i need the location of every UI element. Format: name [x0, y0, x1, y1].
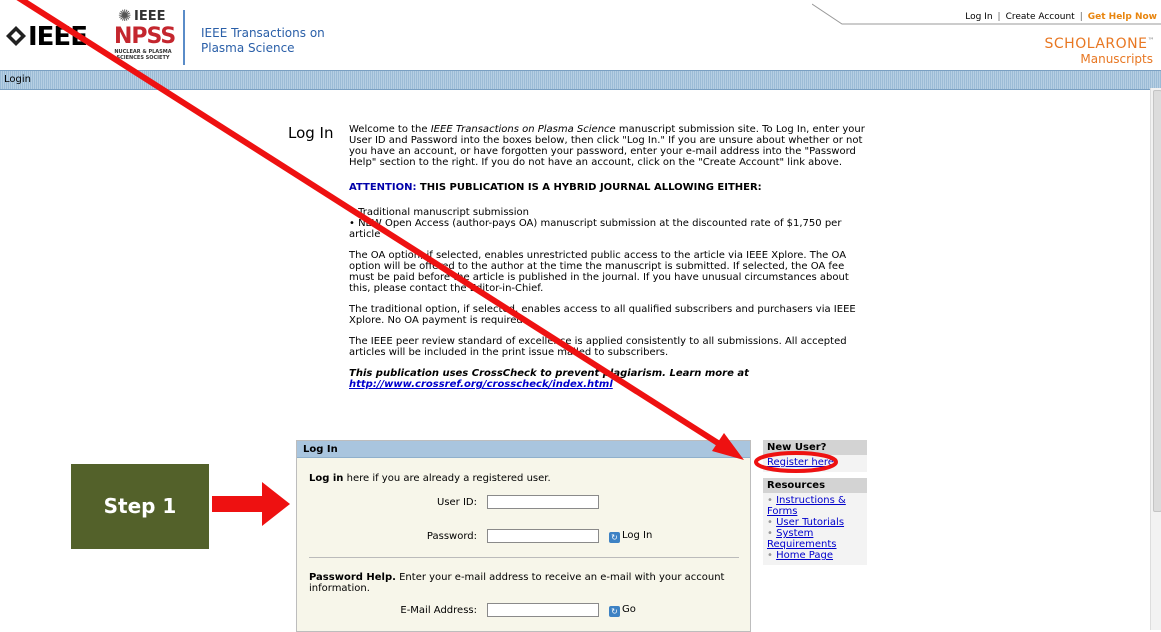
login-button[interactable]: ↻ Log In [609, 530, 652, 543]
welcome-paragraph: Welcome to the IEEE Transactions on Plas… [349, 124, 865, 168]
submission-options: • Traditional manuscript submission • NE… [349, 207, 871, 240]
nav-bar: Login [0, 70, 1161, 90]
arrow-circle-icon: ↻ [609, 606, 620, 617]
oa-paragraph: The OA option, if selected, enables unre… [349, 250, 849, 294]
trademark: ™ [1147, 36, 1155, 45]
resource-item: • User Tutorials [767, 517, 845, 528]
get-help-link[interactable]: Get Help Now [1088, 12, 1157, 22]
go-button[interactable]: ↻ Go [609, 604, 636, 617]
traditional-paragraph: The traditional option, if selected, ena… [349, 304, 856, 326]
resources-heading: Resources [763, 478, 867, 493]
resource-item: • Instructions & Forms [767, 495, 846, 517]
userid-label: User ID: [437, 497, 477, 508]
journal-title-line2: Plasma Science [201, 41, 295, 55]
resource-item: • System Requirements [767, 528, 837, 550]
new-user-heading: New User? [763, 440, 867, 455]
ieee-logo[interactable]: IEEE [6, 22, 98, 52]
crosscheck-link[interactable]: http://www.crossref.org/crosscheck/index… [349, 379, 613, 390]
nav-label: Login [4, 74, 31, 85]
top-links: Log In | Create Account | Get Help Now [965, 12, 1157, 22]
scholarone-subtitle: Manuscripts [1080, 52, 1153, 66]
header-divider [183, 10, 185, 65]
resources-list: • Instructions & Forms • User Tutorials … [763, 493, 867, 565]
login-intro: Log in here if you are already a registe… [309, 473, 551, 484]
resource-item: • Home Page [767, 550, 834, 561]
page-header: IEEE ✺ IEEE NPSS NUCLEAR & PLASMA SCIENC… [0, 0, 1161, 70]
login-panel-title: Log In [297, 441, 750, 458]
npss-emblem-icon: ✺ [118, 6, 132, 25]
intro-section: Welcome to the IEEE Transactions on Plas… [349, 124, 871, 400]
step-1-callout: Step 1 [71, 464, 209, 549]
scholarone-logo: SCHOLARONE™ [1045, 36, 1155, 52]
userid-input[interactable] [487, 495, 599, 509]
arrow-circle-icon: ↻ [609, 532, 620, 543]
ieee-diamond-icon [6, 26, 26, 46]
npss-logo[interactable]: ✺ IEEE NPSS NUCLEAR & PLASMA SCIENCES SO… [112, 6, 176, 64]
npss-society-text: NUCLEAR & PLASMA SCIENCES SOCIETY [114, 49, 172, 61]
login-panel: Log In Log in here if you are already a … [296, 440, 751, 632]
scrollbar-thumb[interactable] [1153, 90, 1161, 512]
email-label: E-Mail Address: [400, 605, 477, 616]
vertical-scrollbar[interactable] [1150, 88, 1161, 630]
login-link[interactable]: Log In [965, 12, 992, 22]
attention-label: ATTENTION: [349, 182, 417, 193]
password-input[interactable] [487, 529, 599, 543]
user-tutorials-link[interactable]: User Tutorials [776, 517, 844, 528]
crosscheck-notice: This publication uses CrossCheck to prev… [349, 368, 749, 390]
peer-review-paragraph: The IEEE peer review standard of excelle… [349, 336, 847, 358]
create-account-link[interactable]: Create Account [1006, 12, 1075, 22]
password-label: Password: [426, 531, 477, 542]
page-title: Log In [288, 124, 334, 142]
system-requirements-link[interactable]: System Requirements [767, 528, 837, 550]
home-page-link[interactable]: Home Page [776, 550, 833, 561]
sidebar: New User? Register here Resources • Inst… [763, 440, 867, 565]
password-help-text: Password Help. Enter your e-mail address… [309, 572, 725, 594]
new-user-box: Register here [763, 455, 867, 472]
step-arrowhead [262, 482, 290, 526]
step-arrow-shaft [212, 496, 264, 512]
email-input[interactable] [487, 603, 599, 617]
npss-ieee-text: IEEE [134, 9, 166, 24]
journal-title-line1: IEEE Transactions on [201, 26, 325, 40]
instructions-forms-link[interactable]: Instructions & Forms [767, 495, 846, 517]
option-traditional: • Traditional manuscript submission [349, 207, 529, 218]
register-here-link[interactable]: Register here [767, 457, 863, 468]
attention-notice: ATTENTION: THIS PUBLICATION IS A HYBRID … [349, 182, 762, 193]
journal-title: IEEE Transactions on Plasma Science [201, 26, 325, 56]
panel-divider [309, 557, 739, 558]
scholarone-wordmark: SCHOLARONE [1044, 36, 1148, 52]
npss-wordmark: NPSS [114, 24, 176, 49]
option-open-access: • NEW Open Access (author-pays OA) manus… [349, 218, 842, 240]
journal-name-italic: IEEE Transactions on Plasma Science [430, 124, 616, 135]
ieee-wordmark: IEEE [28, 22, 88, 52]
